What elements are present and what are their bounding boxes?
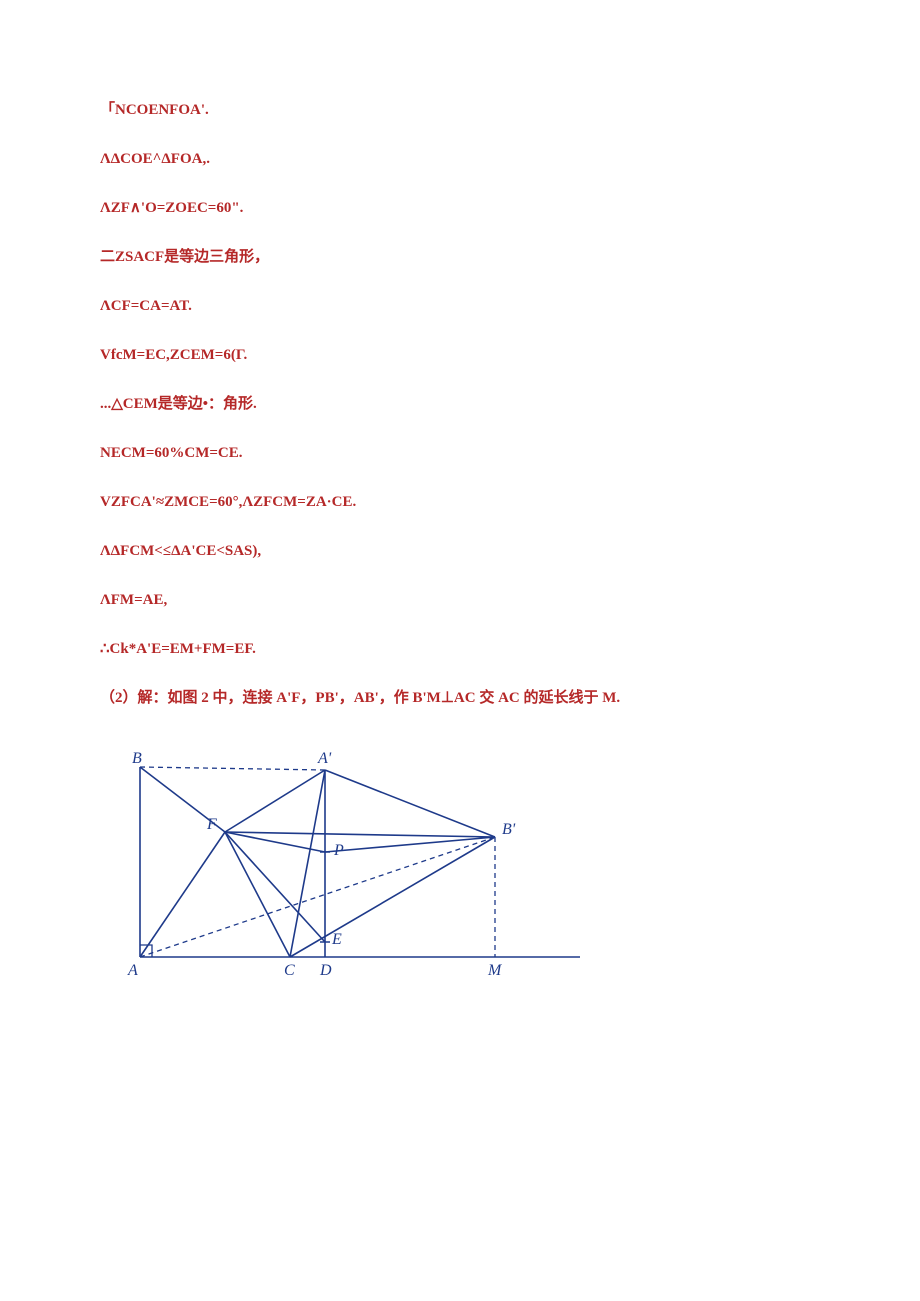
- document-page: 「NCOENFOA'. ΛΔCOE^ΔFOA,. ΛZF∧'O=ZOEC=60"…: [0, 0, 920, 1082]
- text-line: （2）解：如图 2 中，连接 A'F，PB'，AB'，作 B'M⊥AC 交 AC…: [100, 688, 840, 709]
- text-line: ΛCF=CA=AT.: [100, 296, 840, 317]
- label-F: F: [206, 816, 217, 833]
- text-line: ΛΔCOE^ΔFOA,.: [100, 149, 840, 170]
- label-B: B: [132, 750, 142, 767]
- label-D: D: [319, 962, 332, 979]
- label-E: E: [331, 931, 342, 948]
- geometry-figure: B A' F P B' A C D E M: [110, 737, 840, 1002]
- figure-svg: B A' F P B' A C D E M: [110, 737, 610, 997]
- label-M: M: [487, 962, 503, 979]
- text-line: ΛΔFCM<≤ΔA'CE<SAS),: [100, 541, 840, 562]
- text-line: ∴Ck*A'E=EM+FM=EF.: [100, 639, 840, 660]
- label-B-prime: B': [502, 821, 516, 838]
- text-line: 「NCOENFOA'.: [100, 100, 840, 121]
- label-C: C: [284, 962, 295, 979]
- label-P: P: [333, 842, 344, 859]
- text-line: VZFCA'≈ZMCE=60°,ΛZFCM=ZA·CE.: [100, 492, 840, 513]
- text-line: ΛFM=AE,: [100, 590, 840, 611]
- text-line: ...△CEM是等边•：角形.: [100, 394, 840, 415]
- text-line: VfcM=EC,ZCEM=6(Γ.: [100, 345, 840, 366]
- label-A-prime: A': [317, 750, 332, 767]
- text-line: ΛZF∧'O=ZOEC=60".: [100, 198, 840, 219]
- label-A: A: [127, 962, 138, 979]
- text-line: 二ZSACF是等边三角形，: [100, 247, 840, 268]
- text-line: NECM=60%CM=CE.: [100, 443, 840, 464]
